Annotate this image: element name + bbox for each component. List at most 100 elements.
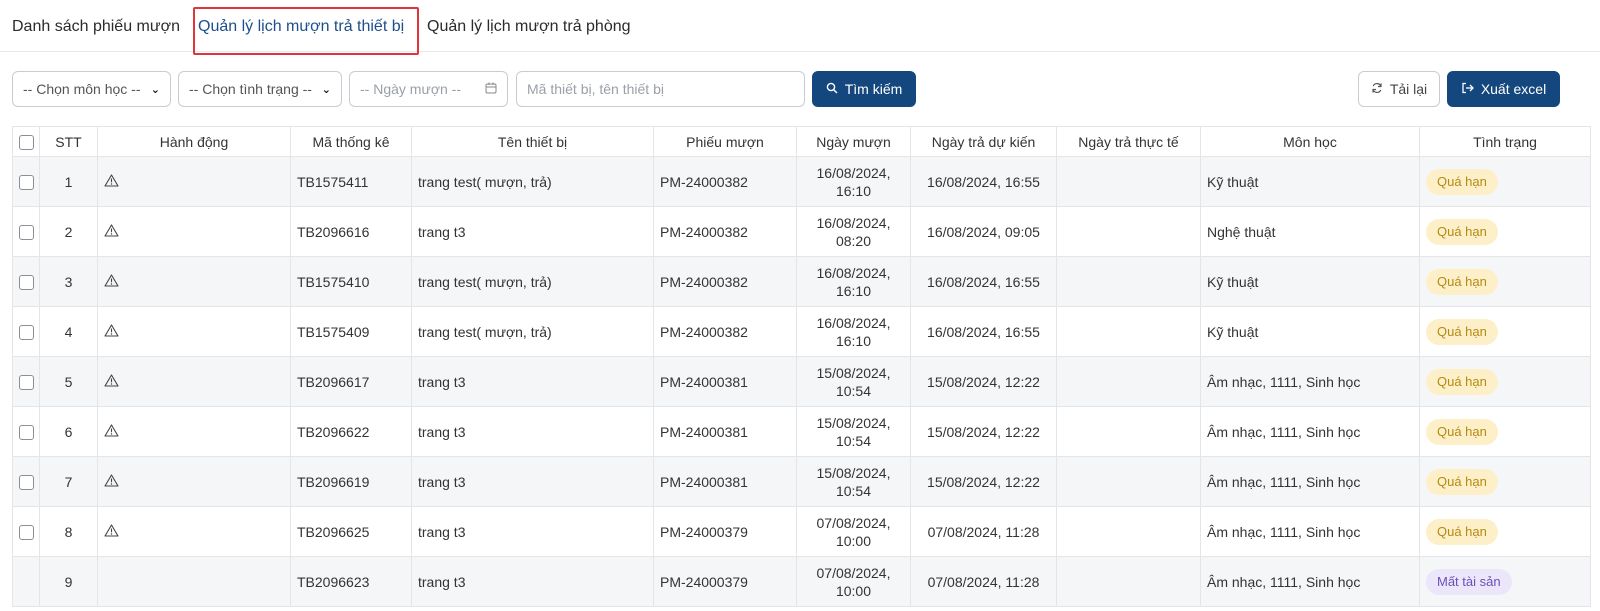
status-cell: Quá hạn — [1419, 306, 1591, 357]
due-date-cell: 15/08/2024, 12:22 — [910, 406, 1057, 457]
due-date-cell: 16/08/2024, 16:55 — [910, 256, 1057, 307]
refresh-icon — [1371, 81, 1383, 97]
tab-room-loan-schedule[interactable]: Quản lý lịch mượn trả phòng — [427, 18, 631, 36]
device-name-cell: trang test( mượn, trả) — [411, 156, 654, 207]
warning-triangle-icon[interactable] — [104, 174, 119, 190]
header-return-date[interactable]: Ngày trả thực tế — [1056, 126, 1201, 157]
header-due-date[interactable]: Ngày trả dự kiến — [910, 126, 1057, 157]
status-badge: Quá hạn — [1426, 218, 1498, 245]
header-code[interactable]: Mã thống kê — [290, 126, 412, 157]
action-cell — [97, 306, 291, 357]
chevron-down-icon: ⌄ — [321, 83, 331, 96]
table-row[interactable]: 4 TB1575409 trang test( mượn, trả) PM-24000… — [12, 306, 1591, 357]
action-cell — [97, 156, 291, 207]
return-date-cell — [1056, 206, 1201, 257]
status-select[interactable]: -- Chọn tình trạng -- ⌄ — [178, 71, 342, 107]
table-body: 1 TB1575411 trang test( mượn, trả) PM-24000… — [12, 156, 1591, 607]
subject-cell: Âm nhạc, 1111, Sinh học — [1200, 406, 1420, 457]
due-date-cell: 15/08/2024, 12:22 — [910, 456, 1057, 507]
header-device-name[interactable]: Tên thiết bị — [411, 126, 654, 157]
return-date-cell — [1056, 406, 1201, 457]
table-row[interactable]: 3 TB1575410 trang test( mượn, trả) PM-24000… — [12, 256, 1591, 307]
search-button[interactable]: Tìm kiếm — [812, 71, 916, 107]
table-row[interactable]: 9 TB2096623 trang t3 PM-24000379 07/08/2024,… — [12, 556, 1591, 607]
loan-slip-cell: PM-24000382 — [653, 206, 797, 257]
borrow-date-cell: 16/08/2024, 16:10 — [796, 156, 911, 207]
warning-triangle-icon[interactable] — [104, 474, 119, 490]
loan-slip-cell: PM-24000382 — [653, 306, 797, 357]
warning-triangle-icon[interactable] — [104, 524, 119, 540]
return-date-cell — [1056, 556, 1201, 607]
row-checkbox[interactable] — [19, 174, 34, 190]
warning-triangle-icon[interactable] — [104, 324, 119, 340]
code-cell: TB1575411 — [290, 156, 412, 207]
subject-select[interactable]: -- Chọn môn học -- ⌄ — [12, 71, 171, 107]
borrow-date-input[interactable]: -- Ngày mượn -- — [349, 71, 508, 107]
borrow-date-cell: 07/08/2024, 10:00 — [796, 556, 911, 607]
header-stt[interactable]: STT — [39, 126, 98, 157]
header-borrow-date[interactable]: Ngày mượn — [796, 126, 911, 157]
stt-cell: 1 — [39, 156, 98, 207]
export-excel-button[interactable]: Xuất excel — [1447, 71, 1560, 107]
borrow-date-day: 15/08/2024, — [816, 464, 891, 481]
table-row[interactable]: 5 TB2096617 trang t3 PM-24000381 15/08/2024,… — [12, 356, 1591, 407]
search-button-label: Tìm kiếm — [844, 81, 903, 97]
table-row[interactable]: 7 TB2096619 trang t3 PM-24000381 15/08/2024,… — [12, 456, 1591, 507]
borrow-date-time: 10:54 — [835, 482, 872, 499]
row-checkbox[interactable] — [19, 324, 34, 340]
table-row[interactable]: 1 TB1575411 trang test( mượn, trả) PM-24000… — [12, 156, 1591, 207]
due-date-cell: 16/08/2024, 16:55 — [910, 306, 1057, 357]
action-cell — [97, 556, 291, 607]
borrow-date-day: 16/08/2024, — [816, 264, 891, 281]
code-cell: TB2096622 — [290, 406, 412, 457]
row-checkbox[interactable] — [19, 374, 34, 390]
table-row[interactable]: 6 TB2096622 trang t3 PM-24000381 15/08/2024,… — [12, 406, 1591, 457]
return-date-cell — [1056, 256, 1201, 307]
table-row[interactable]: 8 TB2096625 trang t3 PM-24000379 07/08/2024,… — [12, 506, 1591, 557]
row-checkbox[interactable] — [19, 424, 34, 440]
warning-triangle-icon[interactable] — [104, 224, 119, 240]
warning-triangle-icon[interactable] — [104, 374, 119, 390]
reload-button[interactable]: Tải lại — [1358, 71, 1440, 107]
export-button-label: Xuất excel — [1480, 81, 1547, 97]
select-all-checkbox[interactable] — [19, 134, 34, 150]
search-input[interactable]: Mã thiết bị, tên thiết bị — [516, 71, 805, 107]
return-date-cell — [1056, 156, 1201, 207]
loan-slip-cell: PM-24000379 — [653, 506, 797, 557]
row-select-cell — [12, 156, 40, 207]
device-name-cell: trang t3 — [411, 506, 654, 557]
warning-triangle-icon[interactable] — [104, 274, 119, 290]
subject-cell: Nghệ thuật — [1200, 206, 1420, 257]
device-name-cell: trang test( mượn, trả) — [411, 306, 654, 357]
status-cell: Mất tài sản — [1419, 556, 1591, 607]
borrow-date-day: 15/08/2024, — [816, 414, 891, 431]
header-loan-slip[interactable]: Phiếu mượn — [653, 126, 797, 157]
loan-slip-cell: PM-24000382 — [653, 156, 797, 207]
due-date-cell: 15/08/2024, 12:22 — [910, 356, 1057, 407]
subject-cell: Kỹ thuật — [1200, 156, 1420, 207]
stt-cell: 3 — [39, 256, 98, 307]
borrow-date-cell: 15/08/2024, 10:54 — [796, 356, 911, 407]
row-checkbox[interactable] — [19, 524, 34, 540]
status-select-value: -- Chọn tình trạng -- — [189, 81, 312, 97]
warning-triangle-icon[interactable] — [104, 424, 119, 440]
row-checkbox[interactable] — [19, 274, 34, 290]
device-name-cell: trang t3 — [411, 556, 654, 607]
subject-cell: Âm nhạc, 1111, Sinh học — [1200, 506, 1420, 557]
header-status[interactable]: Tình trạng — [1419, 126, 1591, 157]
row-checkbox[interactable] — [19, 224, 34, 240]
borrow-date-cell: 16/08/2024, 16:10 — [796, 306, 911, 357]
device-name-cell: trang t3 — [411, 456, 654, 507]
table-row[interactable]: 2 TB2096616 trang t3 PM-24000382 16/08/2024,… — [12, 206, 1591, 257]
action-cell — [97, 356, 291, 407]
subject-cell: Kỹ thuật — [1200, 256, 1420, 307]
tab-loan-list[interactable]: Danh sách phiếu mượn — [12, 18, 180, 36]
device-name-cell: trang test( mượn, trả) — [411, 256, 654, 307]
row-checkbox[interactable] — [19, 474, 34, 490]
status-cell: Quá hạn — [1419, 156, 1591, 207]
calendar-icon[interactable] — [485, 82, 497, 97]
header-subject[interactable]: Môn học — [1200, 126, 1420, 157]
row-select-cell — [12, 456, 40, 507]
status-badge: Quá hạn — [1426, 368, 1498, 395]
borrow-date-time: 16:10 — [835, 332, 872, 349]
